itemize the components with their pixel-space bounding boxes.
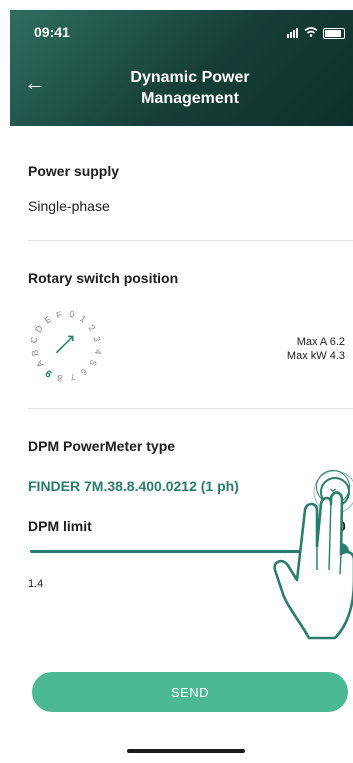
dial-char: 1 <box>78 313 88 325</box>
dial-char: E <box>42 313 53 326</box>
back-arrow-icon[interactable]: ← <box>24 72 46 94</box>
tap-gesture-hand-icon <box>273 470 353 640</box>
dial-char: 2 <box>86 322 98 333</box>
status-icons <box>287 24 345 42</box>
battery-icon <box>323 27 345 39</box>
status-time: 09:41 <box>34 24 70 40</box>
signal-icon <box>287 28 299 38</box>
home-indicator <box>127 749 245 753</box>
dial-char: 0 <box>68 309 75 320</box>
power-supply-value: Single-phase <box>28 198 110 214</box>
dial-char: 9 <box>43 366 55 380</box>
dial-arrow-icon: ⟶ <box>48 327 81 361</box>
send-button[interactable]: SEND <box>32 672 348 712</box>
dial-char: D <box>33 323 45 335</box>
rotary-switch-dial: ⟶ 012 3 4 56789ABCDEF <box>26 306 106 386</box>
dial-char: C <box>28 336 40 345</box>
dial-char: 3 <box>91 335 103 343</box>
max-current: Max A 6.2 <box>296 336 345 348</box>
wifi-icon <box>304 24 318 42</box>
divider <box>28 408 353 409</box>
divider <box>28 240 353 241</box>
dial-char: B <box>29 348 41 357</box>
dial-char: 6 <box>79 366 90 378</box>
slider-min-label: 1.4 <box>28 578 44 590</box>
dial-char: A <box>33 359 46 370</box>
powermeter-type-value[interactable]: FINDER 7M.38.8.400.0212 (1 ph) <box>28 478 239 494</box>
dpm-limit-label: DPM limit <box>28 518 92 534</box>
powermeter-type-label: DPM PowerMeter type <box>28 438 176 454</box>
max-power: Max kW 4.3 <box>286 350 345 362</box>
dial-char: 4 <box>92 348 103 355</box>
power-supply-label: Power supply <box>28 163 120 179</box>
dial-char: 7 <box>69 371 77 383</box>
dial-char: F <box>55 309 63 321</box>
page-title: Dynamic Power Management <box>130 69 250 107</box>
rotary-switch-label: Rotary switch position <box>28 270 179 286</box>
app-screen: 09:41 ← Dynamic Power Management Power s… <box>10 10 353 763</box>
dial-char: 8 <box>57 372 64 383</box>
dial-char: 5 <box>87 358 99 368</box>
header: 09:41 ← Dynamic Power Management <box>10 10 353 126</box>
